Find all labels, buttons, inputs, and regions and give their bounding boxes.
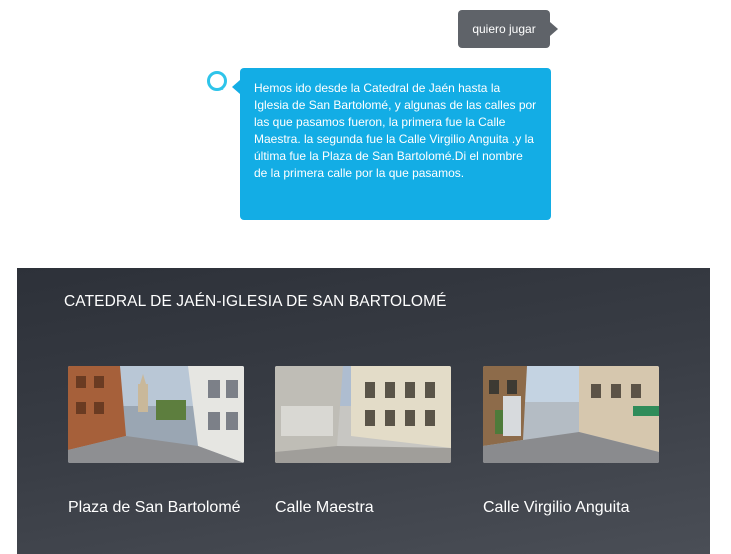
assistant-message-bubble: Hemos ido desde la Catedral de Jaén hast… [232, 68, 551, 220]
list-item-plaza-san-bartolome[interactable]: Plaza de San Bartolomé [68, 366, 244, 519]
street-photo-thumbnail [275, 366, 451, 463]
item-label: Calle Maestra [275, 499, 374, 516]
item-label: Calle Virgilio Anguita [483, 499, 630, 516]
display-card: CATEDRAL DE JAÉN-IGLESIA DE SAN BARTOLOM… [17, 268, 710, 554]
alexa-ring-icon [206, 70, 228, 92]
list-item-calle-maestra[interactable]: Calle Maestra [275, 366, 451, 519]
item-label: Plaza de San Bartolomé [68, 499, 241, 516]
street-photo-thumbnail [68, 366, 244, 463]
assistant-message-text: Hemos ido desde la Catedral de Jaén hast… [254, 81, 537, 180]
user-message-bubble: quiero jugar [458, 10, 558, 48]
card-title: CATEDRAL DE JAÉN-IGLESIA DE SAN BARTOLOM… [64, 293, 447, 310]
street-photo-thumbnail [483, 366, 659, 463]
user-message-text: quiero jugar [472, 22, 536, 36]
list-item-calle-virgilio-anguita[interactable]: Calle Virgilio Anguita [483, 366, 659, 519]
